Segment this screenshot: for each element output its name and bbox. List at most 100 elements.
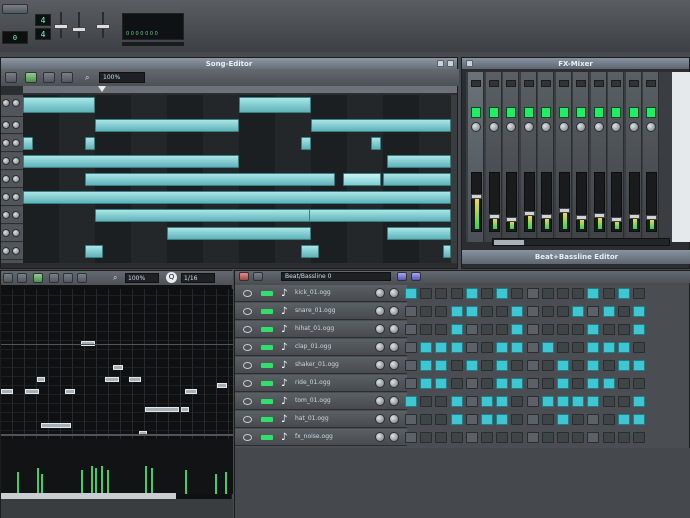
beat-step[interactable] (526, 324, 539, 335)
pattern-clip[interactable] (85, 137, 95, 150)
playhead-marker[interactable] (98, 86, 106, 92)
pattern-select[interactable]: Beat/Bassline 0 (281, 272, 391, 281)
midi-note[interactable] (65, 389, 75, 394)
channel-send-knob[interactable] (488, 122, 499, 132)
beat-step[interactable] (617, 432, 630, 443)
beat-step[interactable] (450, 360, 463, 371)
fader-handle[interactable] (471, 194, 482, 200)
beat-step[interactable] (572, 306, 585, 317)
beat-step[interactable] (572, 288, 585, 299)
beat-step[interactable] (511, 360, 524, 371)
piano-roll-note-grid[interactable] (1, 289, 233, 439)
beat-step[interactable] (602, 288, 615, 299)
beat-step[interactable] (435, 414, 448, 425)
channel-send-knob[interactable] (593, 122, 604, 132)
beat-step[interactable] (617, 378, 630, 389)
pattern-clip[interactable] (383, 173, 451, 186)
beat-play-button[interactable] (239, 272, 249, 281)
channel-fader[interactable] (646, 172, 657, 232)
fader-handle[interactable] (523, 211, 535, 216)
channel-fader[interactable] (523, 172, 535, 232)
instrument-name[interactable]: clap_01.ogg (295, 343, 369, 350)
panning-knob[interactable] (389, 342, 399, 352)
track-header[interactable] (1, 117, 23, 134)
beat-step[interactable] (465, 288, 478, 299)
pattern-clip[interactable] (371, 137, 381, 150)
instrument-name[interactable]: shaker_01.ogg (295, 361, 369, 368)
beat-step[interactable] (450, 432, 463, 443)
pattern-clip[interactable] (239, 97, 311, 113)
panning-knob[interactable] (389, 306, 399, 316)
channel-fader[interactable] (541, 172, 552, 232)
channel-mute-led[interactable] (541, 107, 551, 118)
piano-select-button[interactable] (77, 273, 87, 283)
song-editor-titlebar[interactable]: Song-Editor (1, 58, 457, 69)
midi-note[interactable] (185, 389, 197, 394)
beat-step[interactable] (481, 360, 493, 371)
beat-step[interactable] (526, 414, 539, 425)
beat-step[interactable] (465, 342, 478, 353)
draw-mode-button[interactable] (43, 72, 55, 83)
track-mute-knob[interactable] (2, 157, 10, 165)
song-editor-scrollbar[interactable] (451, 95, 457, 263)
play-button[interactable] (5, 72, 17, 83)
beat-step[interactable] (435, 288, 448, 299)
instrument-name[interactable]: tom_01.ogg (295, 397, 369, 404)
pattern-clip[interactable] (311, 119, 451, 132)
time-signature-lcd[interactable]: 4 (35, 28, 51, 40)
beat-step[interactable] (511, 432, 524, 443)
beat-step[interactable] (633, 378, 645, 389)
beat-step[interactable] (602, 396, 615, 407)
beat-step[interactable] (435, 432, 448, 443)
channel-send-knob[interactable] (506, 122, 516, 132)
panning-knob[interactable] (389, 396, 399, 406)
beat-step[interactable] (481, 378, 493, 389)
beat-step[interactable] (465, 396, 478, 407)
track-volume-knob[interactable] (12, 157, 20, 165)
channel-mute-led[interactable] (506, 107, 516, 118)
beat-step[interactable] (435, 396, 448, 407)
beat-step[interactable] (541, 414, 554, 425)
pattern-clip[interactable] (301, 245, 319, 258)
beat-step[interactable] (496, 396, 509, 407)
velocity-bar[interactable] (225, 472, 227, 494)
channel-fader[interactable] (628, 172, 640, 232)
velocity-bar[interactable] (41, 474, 43, 494)
beat-step[interactable] (420, 378, 433, 389)
channel-mute-led[interactable] (488, 107, 499, 118)
track-mute-knob[interactable] (2, 139, 10, 147)
instrument-name[interactable]: fx_noise.ogg (295, 433, 369, 440)
track-volume-knob[interactable] (12, 193, 20, 201)
velocity-bar[interactable] (101, 466, 103, 494)
velocity-bar[interactable] (145, 466, 147, 494)
channel-send-knob[interactable] (541, 122, 551, 132)
beat-step[interactable] (526, 432, 539, 443)
velocity-bar[interactable] (185, 470, 187, 494)
beat-step[interactable] (496, 288, 509, 299)
beat-step[interactable] (481, 306, 493, 317)
edit-mode-button[interactable] (61, 72, 73, 83)
channel-fader[interactable] (558, 172, 570, 232)
channel-fader[interactable] (488, 172, 500, 232)
beat-step[interactable] (450, 324, 463, 335)
pattern-clip[interactable] (85, 245, 103, 258)
mute-toggle-icon[interactable] (243, 434, 252, 441)
beat-step[interactable] (633, 396, 645, 407)
piano-draw-button[interactable] (49, 273, 59, 283)
panning-knob[interactable] (389, 288, 399, 298)
beat-stop-button[interactable] (253, 272, 263, 281)
beat-editor-titlebar[interactable]: Beat+Bassline Editor (462, 250, 690, 264)
panning-knob[interactable] (389, 360, 399, 370)
velocity-bar[interactable] (81, 470, 83, 494)
volume-knob[interactable] (375, 360, 385, 370)
channel-send-knob[interactable] (628, 122, 639, 132)
beat-step[interactable] (602, 324, 615, 335)
beat-step[interactable] (405, 378, 417, 389)
mute-toggle-icon[interactable] (243, 290, 252, 297)
beat-step[interactable] (557, 378, 569, 389)
channel-fader[interactable] (611, 172, 622, 232)
pattern-clip[interactable] (343, 173, 381, 186)
beat-step[interactable] (617, 360, 630, 371)
midi-note[interactable] (113, 365, 123, 370)
master-volume-slider[interactable] (54, 24, 68, 29)
